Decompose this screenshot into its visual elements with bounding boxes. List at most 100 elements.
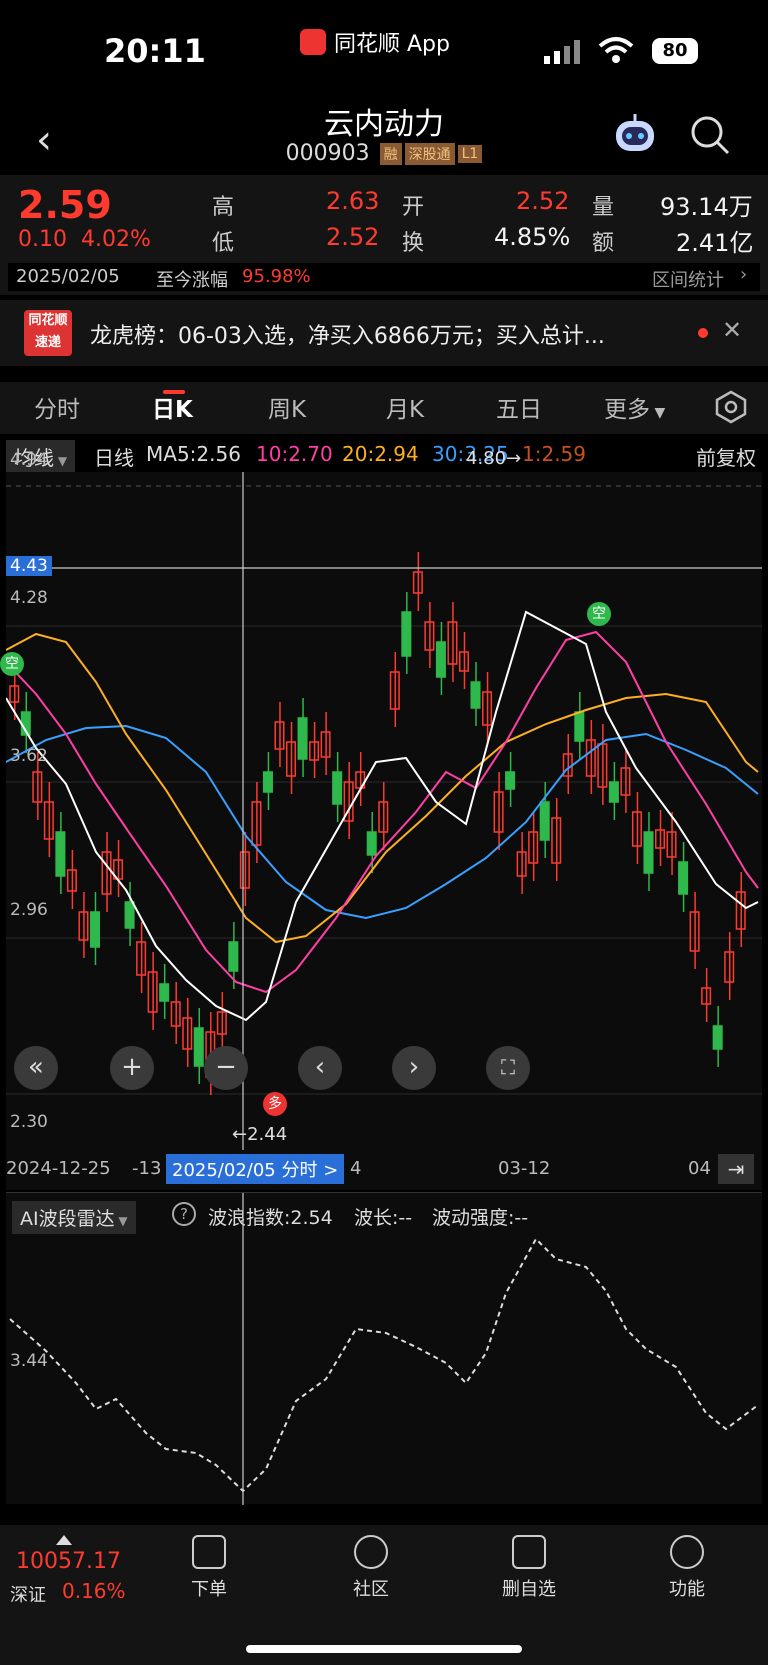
community-icon (354, 1535, 388, 1569)
y-label-max: 4.94 (10, 450, 48, 470)
since-value: 95.98% (242, 266, 311, 287)
caret-down-icon: ▼ (650, 405, 666, 421)
wave-indicator-panel[interactable]: AI波段雷达 ▼ ? 波浪指数:2.54 波长:-- 波动强度:-- 3.44 (6, 1192, 762, 1505)
level-tag: L1 (457, 145, 483, 163)
tab-five-day[interactable]: 五日 (496, 390, 542, 424)
active-tab-indicator (163, 390, 185, 394)
last-price: 2.59 (18, 183, 112, 227)
high-label: 高 (212, 195, 235, 220)
candle-body (55, 831, 66, 877)
next-button[interactable]: › (392, 1046, 436, 1090)
app-logo-icon (300, 29, 326, 55)
functions-icon (670, 1535, 704, 1569)
connect-tag: 深股通 (404, 143, 455, 165)
app-name: 同花顺 App (334, 32, 450, 57)
x-axis: 2024-12-25 -13 4 03-12 04 2025/02/05 分时 … (6, 1150, 762, 1190)
candlestick-chart[interactable]: 4.94 4.28 3.62 2.96 2.30 4.43 4.80→ ←2.4… (0, 448, 762, 1150)
tab-more-label: 更多 (604, 397, 650, 423)
x-label-2: -13 (132, 1158, 162, 1179)
wifi-icon (598, 37, 634, 63)
candle-body (366, 831, 377, 856)
volume-label: 量 (592, 195, 615, 220)
y-label-min: 2.30 (10, 1112, 48, 1132)
crosshair-price: 4.43 (6, 556, 52, 576)
remove-watchlist-button[interactable]: 删自选 (484, 1535, 574, 1601)
moving-average-row: 均线 ▼ 日线 MA5:2.56 10:2.70 20:2.94 30:3.25… (0, 438, 768, 473)
home-indicator (246, 1645, 522, 1653)
tab-intraday[interactable]: 分时 (34, 390, 80, 424)
ma5-value: MA5:2.56 (146, 442, 241, 466)
badge-top: 同花顺 (28, 313, 68, 328)
range-start-date: 2025/02/05 (16, 266, 120, 287)
close-icon[interactable]: ✕ (722, 316, 742, 344)
change-pct: 4.02% (80, 227, 151, 252)
community-button[interactable]: 社区 (326, 1535, 416, 1601)
volume-value: 93.14万 (660, 193, 753, 221)
badge-bottom: 速递 (34, 335, 61, 350)
candle-body (470, 681, 481, 709)
settings-icon[interactable] (714, 390, 748, 424)
robot-assistant-icon[interactable] (612, 113, 658, 155)
low-value: 2.52 (326, 223, 380, 251)
zoom-out-button[interactable]: − (204, 1046, 248, 1090)
tab-daily[interactable]: 日K (152, 390, 193, 424)
clock: 20:11 (104, 32, 206, 70)
candle-body (505, 771, 516, 790)
search-icon[interactable] (690, 115, 730, 155)
x-label-5: 04 (688, 1158, 711, 1179)
adjust-toggle[interactable]: 前复权 (696, 442, 756, 471)
prev-button[interactable]: ‹ (298, 1046, 342, 1090)
caret-down-icon: ▼ (54, 454, 68, 468)
news-badge: 同花顺 速递 (24, 310, 72, 356)
price-change: 0.10 4.02% (18, 227, 151, 252)
max-price-label: 4.80→ (466, 448, 522, 469)
ma10-value: 10:2.70 (256, 442, 333, 466)
candle-body (678, 861, 689, 895)
period-label: 日线 (94, 446, 134, 470)
crosshair-date-button[interactable]: 2025/02/05 分时 > (166, 1154, 345, 1184)
tab-monthly[interactable]: 月K (386, 390, 424, 424)
jump-latest-icon[interactable]: ⇥ (718, 1154, 754, 1184)
order-button[interactable]: 下单 (164, 1535, 254, 1601)
range-stats-row[interactable]: 2025/02/05 至今涨幅 95.98% 区间统计 › (8, 263, 760, 291)
zoom-in-button[interactable]: + (110, 1046, 154, 1090)
status-bar: 20:11 同花顺 App 80 (0, 0, 768, 95)
sell-signal-marker: 空 (0, 652, 24, 676)
candle-body (124, 901, 135, 929)
candlestick-svg (5, 472, 762, 1150)
candle-body (332, 771, 343, 805)
min-price-label: ←2.44 (232, 1124, 288, 1145)
x-label-3: 4 (350, 1158, 362, 1179)
functions-label: 功能 (669, 1579, 705, 1600)
x-label-4: 03-12 (498, 1158, 551, 1179)
y-label-4: 2.96 (10, 900, 48, 920)
change-value: 0.10 (18, 227, 67, 252)
buy-signal-marker: 多 (263, 1092, 287, 1116)
candle-body (159, 983, 170, 1002)
order-label: 下单 (191, 1579, 227, 1600)
news-banner[interactable]: 同花顺 速递 龙虎榜：06-03入选，净买入6866万元；买入总计... ✕ (0, 300, 768, 366)
since-label: 至今涨幅 (156, 270, 228, 291)
candle-body (193, 1027, 204, 1067)
tab-more[interactable]: 更多 ▼ (604, 390, 665, 424)
interval-stats-link[interactable]: 区间统计 (652, 266, 724, 292)
bottom-toolbar: 10057.17 深证 0.16% 下单 社区 删自选 功能 (0, 1525, 768, 1665)
index-value[interactable]: 10057.17 (16, 1549, 121, 1574)
candle-body (262, 771, 273, 793)
candle-body (435, 641, 446, 678)
news-text: 龙虎榜：06-03入选，净买入6866万元；买入总计... (90, 324, 605, 349)
candle-body (712, 1025, 723, 1050)
turnover-value: 4.85% (494, 223, 571, 251)
signal-icon (544, 40, 580, 64)
fullscreen-button[interactable]: ⛶ (486, 1046, 530, 1090)
scroll-left-fast-button[interactable]: « (14, 1046, 58, 1090)
chevron-right-icon: › (740, 264, 748, 285)
tab-weekly[interactable]: 周K (268, 390, 306, 424)
app-indicator: 同花顺 App (300, 26, 450, 58)
index-pct: 0.16% (62, 1579, 126, 1603)
order-icon (192, 1535, 226, 1569)
open-value: 2.52 (516, 187, 570, 215)
expand-arrow-icon[interactable] (56, 1535, 72, 1545)
functions-button[interactable]: 功能 (642, 1535, 732, 1601)
candle-body (228, 941, 239, 972)
